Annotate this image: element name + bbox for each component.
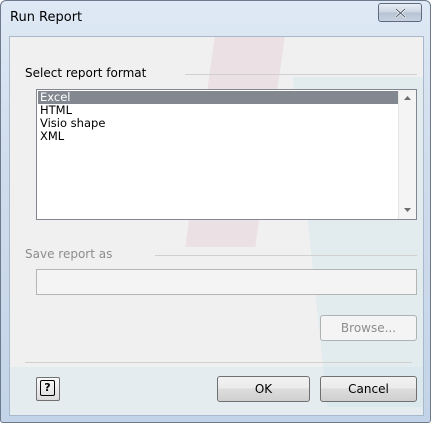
help-icon: ? <box>40 380 55 396</box>
run-report-dialog: Run Report Select report format Excel HTM… <box>0 0 431 423</box>
ok-button[interactable]: OK <box>217 376 310 402</box>
browse-button[interactable]: Browse... <box>320 315 417 341</box>
save-group-label: Save report as <box>25 247 113 261</box>
scroll-up-arrow-icon <box>404 96 411 100</box>
format-group-label: Select report format <box>25 66 147 80</box>
close-icon <box>395 8 406 18</box>
scroll-down-button[interactable] <box>399 202 416 219</box>
title-bar[interactable]: Run Report <box>1 1 430 35</box>
listbox-scrollbar[interactable] <box>398 90 416 219</box>
save-group-divider <box>155 255 417 256</box>
scroll-down-arrow-icon <box>404 208 411 212</box>
cancel-button[interactable]: Cancel <box>320 376 417 402</box>
format-list: Excel HTML Visio shape XML <box>38 91 398 143</box>
close-button[interactable] <box>378 3 422 22</box>
format-group-divider <box>185 74 417 75</box>
scroll-up-button[interactable] <box>399 90 416 107</box>
save-report-path-field[interactable] <box>36 269 417 295</box>
footer-separator <box>25 362 412 363</box>
format-option-visio-shape[interactable]: Visio shape <box>38 117 398 130</box>
window-title: Run Report <box>10 10 83 25</box>
report-format-listbox[interactable]: Excel HTML Visio shape XML <box>36 89 417 220</box>
format-option-excel[interactable]: Excel <box>38 91 398 104</box>
format-option-xml[interactable]: XML <box>38 130 398 143</box>
help-button[interactable]: ? <box>36 377 60 401</box>
dialog-body: Select report format Excel HTML Visio shap… <box>9 36 424 416</box>
